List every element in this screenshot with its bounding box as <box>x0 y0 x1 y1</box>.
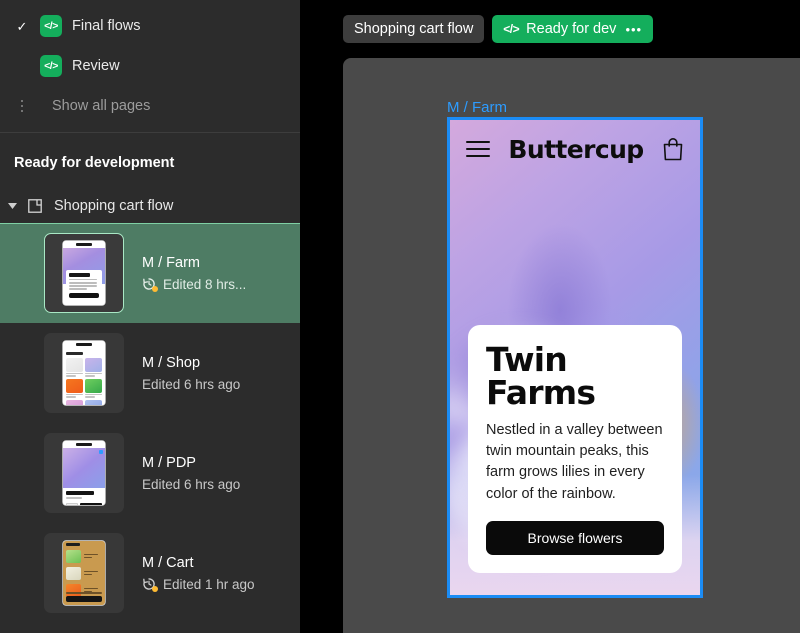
frame-list-item-cart[interactable]: M / Cart Edited 1 hr ago <box>0 523 300 623</box>
page-item-review[interactable]: </> Review <box>0 46 300 86</box>
code-badge-icon: </> <box>40 55 62 77</box>
frame-title: M / Shop <box>142 354 201 371</box>
frame-thumbnail-pdp <box>44 433 124 513</box>
browse-flowers-button[interactable]: Browse flowers <box>486 521 664 555</box>
frame-meta: M / Farm Edited 8 hrs... <box>142 255 246 292</box>
frame-edited-label: Edited 1 hr ago <box>163 576 255 592</box>
shopping-bag-icon[interactable] <box>662 137 684 161</box>
clock-icon <box>142 277 158 292</box>
flow-chip-label: Shopping cart flow <box>354 21 474 37</box>
frame-list-item-pdp[interactable]: M / PDP Edited 6 hrs ago <box>0 423 300 523</box>
chevron-down-icon[interactable] <box>6 203 18 209</box>
frame-edited-status: Edited 6 hrs ago <box>142 477 240 492</box>
code-badge-icon: </> <box>40 15 62 37</box>
frame-thumbnail-shop <box>44 333 124 413</box>
left-sidebar: ✓ </> Final flows </> Review Show all pa… <box>0 0 300 633</box>
frame-edited-label: Edited 6 hrs ago <box>142 376 241 392</box>
card-body-text: Nestled in a valley between twin mountai… <box>486 421 663 502</box>
checkmark-icon: ✓ <box>16 18 28 34</box>
page-item-final-flows[interactable]: ✓ </> Final flows <box>0 6 300 46</box>
frame-meta: M / PDP Edited 6 hrs ago <box>142 455 240 492</box>
frame-edited-label: Edited 6 hrs ago <box>142 476 241 492</box>
status-chip-label: Ready for dev <box>526 21 617 37</box>
frame-list-item-shop[interactable]: M / Shop Edited 6 hrs ago <box>0 323 300 423</box>
frame-edited-status: Edited 1 hr ago <box>142 577 255 592</box>
flow-chip[interactable]: Shopping cart flow <box>343 15 485 43</box>
frame-title: M / PDP <box>142 454 196 471</box>
section-frame-icon <box>27 199 43 213</box>
show-all-pages-button[interactable]: Show all pages <box>0 86 300 126</box>
code-badge-icon: </> <box>503 22 520 36</box>
frame-title: M / Cart <box>142 554 194 571</box>
frame-list-item-farm[interactable]: M / Farm Edited 8 hrs... <box>0 223 300 323</box>
clock-icon <box>142 577 158 592</box>
card-heading: Twin Farms <box>486 339 596 412</box>
hero-info-card: Twin Farms Nestled in a valley between t… <box>468 324 682 573</box>
canvas-topbar: Shopping cart flow </> Ready for dev ••• <box>343 0 800 58</box>
brand-wordmark: Buttercup <box>508 134 644 164</box>
design-canvas[interactable]: M / Farm Buttercup Twin Farms Nestled in… <box>343 58 800 633</box>
flow-group-label: Shopping cart flow <box>54 198 174 214</box>
frame-title: M / Farm <box>142 254 200 271</box>
frame-edited-status: Edited 8 hrs... <box>142 277 246 292</box>
frame-thumbnail-farm <box>44 233 124 313</box>
phone-navbar: Buttercup <box>450 120 700 178</box>
status-chip-ready-for-dev[interactable]: </> Ready for dev ••• <box>492 15 654 43</box>
frame-meta: M / Cart Edited 1 hr ago <box>142 555 255 592</box>
flow-group-shopping-cart-flow[interactable]: Shopping cart flow <box>0 189 300 223</box>
pages-list: ✓ </> Final flows </> Review Show all pa… <box>0 0 300 126</box>
kebab-menu-icon <box>14 99 30 113</box>
selected-frame-farm[interactable]: Buttercup Twin Farms Nestled in a valley… <box>447 117 703 598</box>
page-item-label: Final flows <box>72 18 141 34</box>
frame-thumbnail-cart <box>44 533 124 613</box>
show-all-pages-label: Show all pages <box>52 98 151 114</box>
frame-edited-label: Edited 8 hrs... <box>163 276 247 292</box>
frame-meta: M / Shop Edited 6 hrs ago <box>142 355 240 392</box>
page-item-label: Review <box>72 58 120 74</box>
more-options-icon[interactable]: ••• <box>625 22 642 37</box>
hamburger-menu-icon[interactable] <box>466 141 490 157</box>
frame-name-label[interactable]: M / Farm <box>447 99 507 116</box>
figma-dev-mode-window: ✓ </> Final flows </> Review Show all pa… <box>0 0 800 633</box>
frame-edited-status: Edited 6 hrs ago <box>142 377 240 392</box>
section-title-ready-for-development: Ready for development <box>14 155 175 171</box>
